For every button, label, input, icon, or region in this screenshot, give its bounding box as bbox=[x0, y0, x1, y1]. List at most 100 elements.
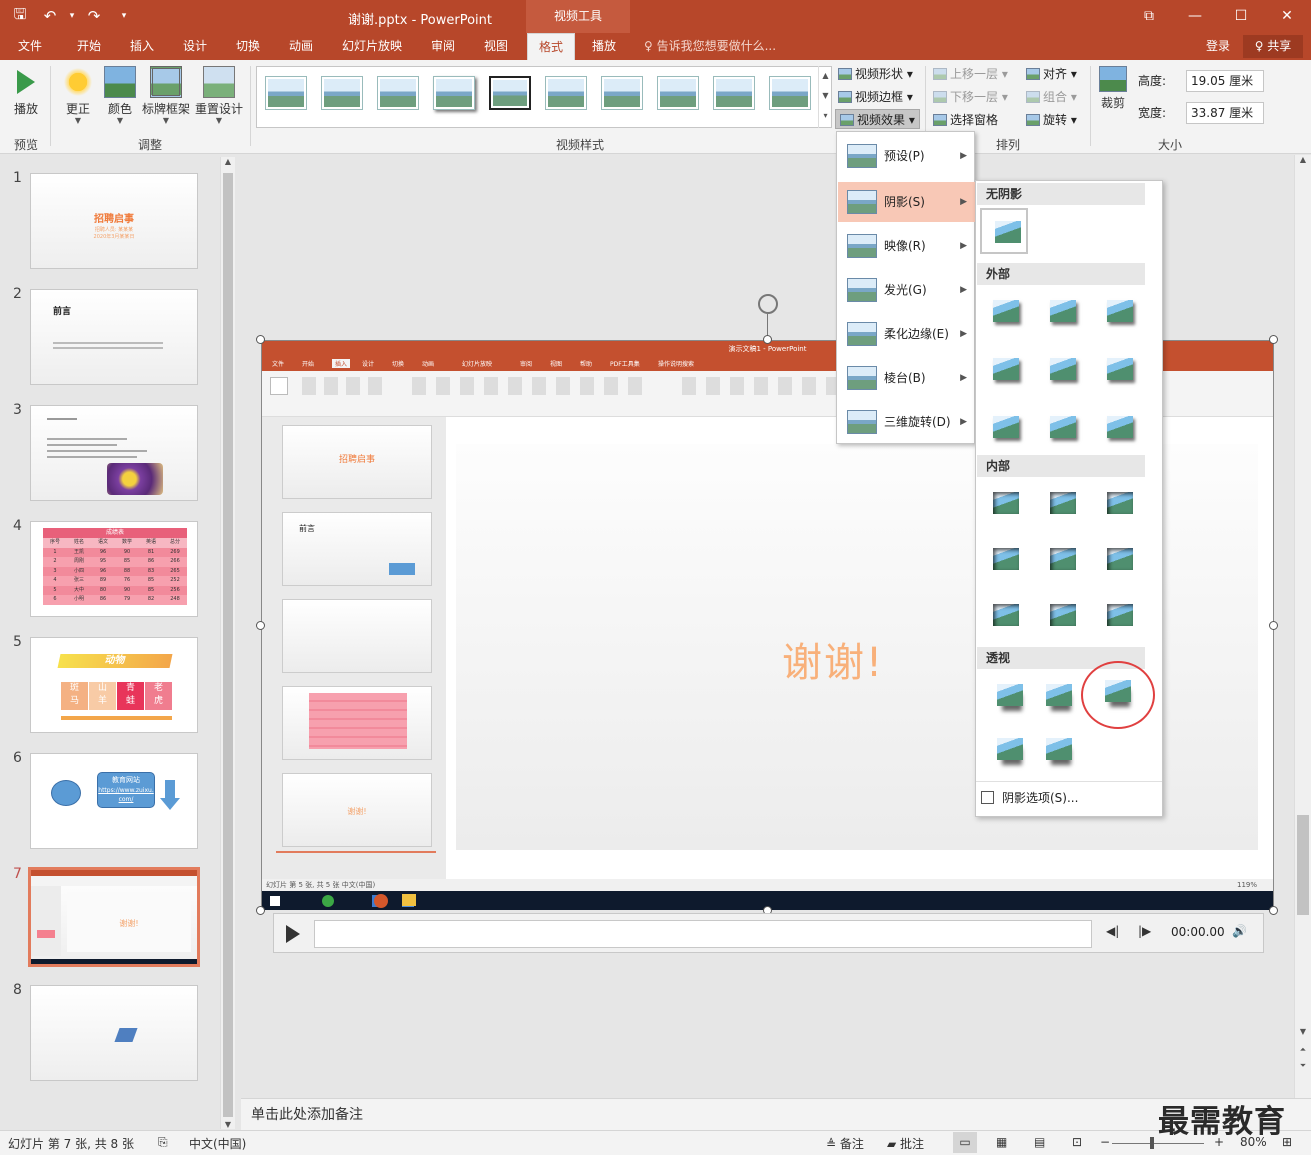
shadow-perspective-option[interactable] bbox=[984, 727, 1032, 773]
shadow-outer-option[interactable] bbox=[1094, 347, 1142, 393]
tab-insert[interactable]: 插入 bbox=[119, 33, 165, 60]
shadow-none-option[interactable] bbox=[980, 208, 1028, 254]
video-style-thumb[interactable] bbox=[321, 76, 363, 110]
scroll-down-icon[interactable]: ▼ bbox=[819, 86, 832, 106]
align-button[interactable]: 对齐 ▾ bbox=[1026, 64, 1077, 84]
video-border-button[interactable]: 视频边框 ▾ bbox=[838, 87, 913, 107]
slide-thumbnail-8[interactable] bbox=[30, 985, 198, 1081]
rotate-handle-icon[interactable] bbox=[758, 294, 778, 314]
resize-handle[interactable] bbox=[763, 335, 772, 344]
ribbon-display-icon[interactable]: ⧉ bbox=[1126, 0, 1172, 33]
shadow-outer-option[interactable] bbox=[1037, 347, 1085, 393]
shadow-outer-option[interactable] bbox=[1094, 289, 1142, 335]
close-button[interactable]: ✕ bbox=[1264, 0, 1310, 33]
slide-thumbnail-1[interactable]: 招聘启事 招聘人员: 某某某 2020年3月某某日 bbox=[30, 173, 198, 269]
menu-item-3d-rotation[interactable]: 三维旋转(D) ▶ bbox=[838, 402, 975, 442]
gallery-more-icon[interactable]: ▾ bbox=[819, 106, 832, 126]
shadow-inner-option[interactable] bbox=[1094, 481, 1142, 527]
seek-back-icon[interactable]: ◀| bbox=[1106, 924, 1119, 938]
send-backward-button[interactable]: 下移一层 ▾ bbox=[933, 87, 1008, 107]
slide-panel-scrollbar[interactable]: ▲ ▼ bbox=[220, 157, 235, 1129]
resize-handle[interactable] bbox=[1269, 906, 1278, 915]
shadow-inner-option[interactable] bbox=[1094, 537, 1142, 583]
menu-item-bevel[interactable]: 棱台(B) ▶ bbox=[838, 358, 975, 398]
shadow-outer-option[interactable] bbox=[1094, 405, 1142, 451]
menu-item-reflection[interactable]: 映像(R) ▶ bbox=[838, 226, 975, 266]
resize-handle[interactable] bbox=[1269, 335, 1278, 344]
resize-handle[interactable] bbox=[256, 621, 265, 630]
height-input[interactable]: 19.05 厘米 bbox=[1186, 70, 1264, 92]
video-style-thumb[interactable] bbox=[713, 76, 755, 110]
notes-pane[interactable]: 单击此处添加备注 bbox=[241, 1098, 1311, 1130]
resize-handle[interactable] bbox=[1269, 621, 1278, 630]
video-style-thumb[interactable] bbox=[377, 76, 419, 110]
notes-toggle[interactable]: ≜ 备注 bbox=[826, 1135, 864, 1152]
shadow-inner-option[interactable] bbox=[980, 593, 1028, 639]
video-shape-button[interactable]: 视频形状 ▾ bbox=[838, 64, 913, 84]
menu-item-preset[interactable]: 预设(P) ▶ bbox=[838, 136, 975, 176]
tab-transitions[interactable]: 切换 bbox=[225, 33, 271, 60]
poster-frame-button[interactable]: 标牌框架 ▼ bbox=[140, 66, 192, 125]
slide-thumbnail-5[interactable]: 动物 斑马 山羊 青蛙 老虎 bbox=[30, 637, 198, 733]
corrections-button[interactable]: 更正 ▼ bbox=[60, 66, 96, 125]
video-style-thumb[interactable] bbox=[433, 76, 475, 110]
slideshow-view-icon[interactable]: ⊡ bbox=[1072, 1135, 1082, 1149]
login-link[interactable]: 登录 bbox=[1206, 33, 1230, 60]
shadow-inner-option[interactable] bbox=[1037, 537, 1085, 583]
tab-design[interactable]: 设计 bbox=[172, 33, 218, 60]
width-input[interactable]: 33.87 厘米 bbox=[1186, 102, 1264, 124]
shadow-outer-option[interactable] bbox=[980, 405, 1028, 451]
spellcheck-icon[interactable]: ⎘ bbox=[158, 1135, 168, 1150]
menu-item-soft-edges[interactable]: 柔化边缘(E) ▶ bbox=[838, 314, 975, 354]
language-indicator[interactable]: 中文(中国) bbox=[189, 1135, 246, 1152]
reset-design-button[interactable]: 重置设计 ▼ bbox=[193, 66, 245, 125]
resize-handle[interactable] bbox=[256, 335, 265, 344]
tab-playback[interactable]: 播放 bbox=[582, 33, 626, 60]
shadow-outer-option[interactable] bbox=[1037, 289, 1085, 335]
next-slide-icon[interactable]: ⏷ bbox=[1295, 1061, 1311, 1071]
tab-file[interactable]: 文件 bbox=[8, 33, 52, 60]
shadow-outer-option[interactable] bbox=[980, 347, 1028, 393]
shadow-inner-option[interactable] bbox=[980, 537, 1028, 583]
play-preview-button[interactable]: 播放 bbox=[8, 66, 44, 117]
shadow-perspective-option[interactable] bbox=[984, 673, 1032, 719]
prev-slide-icon[interactable]: ⏶ bbox=[1295, 1045, 1311, 1055]
zoom-out-button[interactable]: − bbox=[1100, 1135, 1110, 1149]
shadow-inner-option[interactable] bbox=[1037, 481, 1085, 527]
group-button[interactable]: 组合 ▾ bbox=[1026, 87, 1077, 107]
shadow-outer-option[interactable] bbox=[1037, 405, 1085, 451]
color-button[interactable]: 颜色 ▼ bbox=[102, 66, 138, 125]
comments-toggle[interactable]: ▰ 批注 bbox=[887, 1135, 924, 1152]
menu-item-glow[interactable]: 发光(G) ▶ bbox=[838, 270, 975, 310]
slide-thumbnail-2[interactable]: 前言 bbox=[30, 289, 198, 385]
reading-view-icon[interactable]: ▤ bbox=[1034, 1135, 1045, 1149]
normal-view-icon[interactable]: ▭ bbox=[953, 1132, 977, 1153]
resize-handle[interactable] bbox=[256, 906, 265, 915]
volume-icon[interactable]: 🔊 bbox=[1232, 924, 1247, 938]
zoom-slider[interactable] bbox=[1112, 1143, 1204, 1144]
scroll-up-icon[interactable]: ▲ bbox=[819, 66, 832, 86]
scroll-up-icon[interactable]: ▲ bbox=[221, 157, 235, 166]
slide-thumbnail-4[interactable]: 成绩表 序号 姓名 语文 数学 英语 总分 1 王凯 96 90 81 269 2 周刚 95 85 86 266… bbox=[30, 521, 198, 617]
rotate-button[interactable]: 旋转 ▾ bbox=[1026, 110, 1077, 130]
tab-animations[interactable]: 动画 bbox=[278, 33, 324, 60]
shadow-perspective-option[interactable] bbox=[1033, 673, 1081, 719]
tab-view[interactable]: 视图 bbox=[473, 33, 519, 60]
video-style-thumb[interactable] bbox=[265, 76, 307, 110]
shadow-options-item[interactable]: 阴影选项(S)... bbox=[981, 789, 1078, 806]
selection-pane-button[interactable]: 选择窗格 bbox=[933, 110, 998, 130]
seek-forward-icon[interactable]: |▶ bbox=[1138, 924, 1151, 938]
shadow-inner-option[interactable] bbox=[1037, 593, 1085, 639]
tab-slideshow[interactable]: 幻灯片放映 bbox=[336, 33, 408, 60]
tab-home[interactable]: 开始 bbox=[66, 33, 112, 60]
crop-button[interactable]: 裁剪 bbox=[1096, 66, 1130, 111]
video-style-thumb[interactable] bbox=[769, 76, 811, 110]
bring-forward-button[interactable]: 上移一层 ▾ bbox=[933, 64, 1008, 84]
video-style-thumb[interactable] bbox=[489, 76, 531, 110]
slide-thumbnail-7[interactable]: 谢谢! bbox=[28, 867, 200, 967]
maximize-button[interactable]: ☐ bbox=[1218, 0, 1264, 33]
slide-sorter-view-icon[interactable]: ▦ bbox=[996, 1135, 1007, 1149]
video-style-thumb[interactable] bbox=[545, 76, 587, 110]
scroll-up-icon[interactable]: ▲ bbox=[1295, 155, 1311, 164]
video-style-thumb[interactable] bbox=[657, 76, 699, 110]
